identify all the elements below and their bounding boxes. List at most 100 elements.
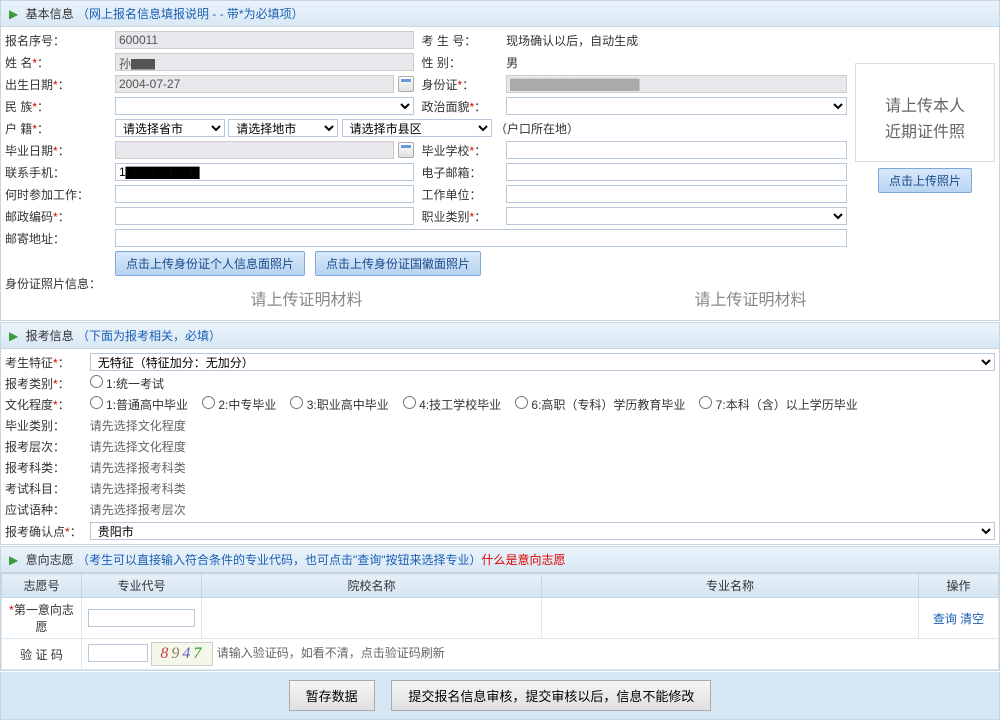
label-ksh: 考 生 号： bbox=[418, 29, 503, 51]
intent-red: 什么是意向志愿 bbox=[481, 553, 565, 567]
input-gzdw[interactable] bbox=[506, 185, 847, 203]
hint-kskm: 请先选择报考科类 bbox=[86, 478, 999, 499]
th-zydh: 专业代号 bbox=[82, 574, 202, 598]
calendar-icon[interactable] bbox=[398, 142, 413, 158]
select-mz[interactable] bbox=[115, 97, 414, 115]
upload-id-front-button[interactable]: 点击上传身份证个人信息面照片 bbox=[115, 251, 305, 276]
link-query[interactable]: 查询 bbox=[933, 612, 957, 626]
select-bkqrd[interactable]: 贵阳市 bbox=[90, 522, 995, 540]
basic-title: 基本信息 bbox=[26, 7, 74, 21]
th-zyh: 志愿号 bbox=[2, 574, 82, 598]
photo-upload-area: 请上传本人 近期证件照 bbox=[855, 63, 995, 162]
label-xb: 性 别： bbox=[418, 51, 503, 73]
hkszd-note: （户口所在地） bbox=[495, 122, 579, 136]
exam-form: 考生特征*： 无特征（特征加分：无加分） 报考类别*： 1:统一考试 文化程度*… bbox=[1, 351, 999, 542]
input-zydh[interactable] bbox=[88, 609, 195, 627]
label-bkkl: 报考科类： bbox=[1, 457, 86, 478]
hint-bylb: 请先选择文化程度 bbox=[86, 415, 999, 436]
label-zzmm: 政治面貌 bbox=[422, 100, 470, 114]
bottom-bar: 暂存数据 提交报名信息审核，提交审核以后，信息不能修改 bbox=[0, 672, 1000, 720]
arrow-icon: ▶ bbox=[9, 7, 18, 21]
intent-panel: ▶ 意向志愿 （考生可以直接输入符合条件的专业代码，也可点击"查询"按钮来选择专… bbox=[0, 546, 1000, 671]
radio-whcd-4[interactable]: 4:技工学校毕业 bbox=[403, 398, 501, 412]
label-xm: 姓 名 bbox=[5, 56, 32, 70]
radio-whcd-6[interactable]: 7:本科（含）以上学历毕业 bbox=[699, 398, 857, 412]
captcha-row: 验 证 码 8947 请输入验证码，如看不清，点击验证码刷新 bbox=[2, 639, 999, 670]
radio-whcd-2[interactable]: 2:中专毕业 bbox=[202, 398, 276, 412]
label-gzdw: 工作单位： bbox=[418, 183, 503, 205]
label-bylb: 毕业类别： bbox=[1, 415, 86, 436]
select-province[interactable]: 请选择省市 bbox=[115, 119, 225, 137]
intent-table: 志愿号 专业代号 院校名称 专业名称 操作 *第一意向志愿 查询 清空 验 证 … bbox=[1, 573, 999, 670]
exam-title: 报考信息 bbox=[26, 329, 74, 343]
input-hscjgz[interactable] bbox=[115, 185, 414, 203]
label-hscjgz: 何时参加工作： bbox=[1, 183, 111, 205]
input-yjdz[interactable] bbox=[115, 229, 847, 247]
hint-bkcc: 请先选择文化程度 bbox=[86, 436, 999, 457]
cell-yxmc bbox=[202, 598, 542, 639]
photo-hint-1: 请上传本人 bbox=[856, 94, 994, 120]
basic-note: （网上报名信息填报说明 - - 带*为必填项） bbox=[77, 7, 304, 21]
select-zzmm[interactable] bbox=[506, 97, 847, 115]
label-yzbm: 邮政编码 bbox=[5, 210, 53, 224]
select-zylb[interactable] bbox=[506, 207, 847, 225]
intent-title: 意向志愿 bbox=[26, 553, 74, 567]
val-csrq: 2004-07-27 bbox=[115, 75, 394, 93]
intent-row-1: *第一意向志愿 查询 清空 bbox=[2, 598, 999, 639]
radio-whcd-5[interactable]: 6:高职（专科）学历教育毕业 bbox=[515, 398, 685, 412]
arrow-icon: ▶ bbox=[9, 553, 18, 567]
exam-info-header: ▶ 报考信息 （下面为报考相关，必填） bbox=[1, 323, 999, 349]
label-bmxh: 报名序号： bbox=[1, 29, 111, 51]
label-csrq: 出生日期 bbox=[5, 78, 53, 92]
input-byrq[interactable] bbox=[115, 141, 395, 159]
link-clear[interactable]: 清空 bbox=[960, 612, 984, 626]
id-front-drop: 请上传证明材料 bbox=[115, 280, 498, 316]
intent-body: 志愿号 专业代号 院校名称 专业名称 操作 *第一意向志愿 查询 清空 验 证 … bbox=[1, 573, 999, 670]
intent-header: ▶ 意向志愿 （考生可以直接输入符合条件的专业代码，也可点击"查询"按钮来选择专… bbox=[1, 547, 999, 573]
val-xm: 孙▇▇ bbox=[115, 53, 414, 71]
label-yjdz: 邮寄地址： bbox=[1, 227, 111, 249]
label-kstz: 考生特征 bbox=[5, 356, 53, 370]
upload-id-back-button[interactable]: 点击上传身份证国徽面照片 bbox=[315, 251, 481, 276]
label-byrq: 毕业日期 bbox=[5, 144, 53, 158]
input-yzbm[interactable] bbox=[115, 207, 414, 225]
radio-whcd-1[interactable]: 1:普通高中毕业 bbox=[90, 398, 188, 412]
select-city[interactable]: 请选择地市 bbox=[228, 119, 338, 137]
input-dzyx[interactable] bbox=[506, 163, 847, 181]
label-zylb: 职业类别 bbox=[422, 210, 470, 224]
upload-photo-button[interactable]: 点击上传照片 bbox=[878, 168, 972, 193]
cell-zymc bbox=[542, 598, 919, 639]
id-back-drop: 请上传证明材料 bbox=[506, 280, 995, 316]
input-captcha[interactable] bbox=[88, 644, 148, 662]
exam-note: （下面为报考相关，必填） bbox=[77, 329, 221, 343]
label-kskm: 考试科目： bbox=[1, 478, 86, 499]
save-draft-button[interactable]: 暂存数据 bbox=[289, 680, 375, 711]
val-xb: 男 bbox=[506, 56, 518, 70]
photo-hint-2: 近期证件照 bbox=[856, 120, 994, 146]
hint-yszz: 请先选择报考层次 bbox=[86, 499, 999, 520]
exam-info-panel: ▶ 报考信息 （下面为报考相关，必填） 考生特征*： 无特征（特征加分：无加分）… bbox=[0, 322, 1000, 545]
radio-whcd-3[interactable]: 3:职业高中毕业 bbox=[290, 398, 388, 412]
intent-note: （考生可以直接输入符合条件的专业代码，也可点击"查询"按钮来选择专业） bbox=[77, 553, 482, 567]
exam-body: 考生特征*： 无特征（特征加分：无加分） 报考类别*： 1:统一考试 文化程度*… bbox=[1, 349, 999, 544]
label-dzyx: 电子邮箱： bbox=[418, 161, 503, 183]
label-sfz: 身份证 bbox=[422, 78, 458, 92]
th-zymc: 专业名称 bbox=[542, 574, 919, 598]
radio-bklb-1[interactable]: 1:统一考试 bbox=[90, 377, 164, 391]
label-sfzzp: 身份证照片信息： bbox=[1, 249, 111, 318]
label-mz: 民 族 bbox=[5, 100, 32, 114]
label-yszz: 应试语种： bbox=[1, 499, 86, 520]
calendar-icon[interactable] bbox=[398, 76, 414, 92]
select-kstz[interactable]: 无特征（特征加分：无加分） bbox=[90, 353, 995, 371]
input-lxsj[interactable] bbox=[115, 163, 414, 181]
label-hj: 户 籍 bbox=[5, 122, 32, 136]
label-bklb: 报考类别 bbox=[5, 377, 53, 391]
basic-form: 报名序号： 600011 考 生 号： 现场确认以后，自动生成 请上传本人 近期… bbox=[1, 29, 999, 318]
hint-bkkl: 请先选择报考科类 bbox=[86, 457, 999, 478]
input-byxx[interactable] bbox=[506, 141, 847, 159]
submit-button[interactable]: 提交报名信息审核，提交审核以后，信息不能修改 bbox=[391, 680, 711, 711]
label-byxx: 毕业学校 bbox=[422, 144, 470, 158]
captcha-image[interactable]: 8947 bbox=[151, 642, 213, 666]
select-county[interactable]: 请选择市县区 bbox=[342, 119, 492, 137]
val-bmxh: 600011 bbox=[115, 31, 414, 49]
